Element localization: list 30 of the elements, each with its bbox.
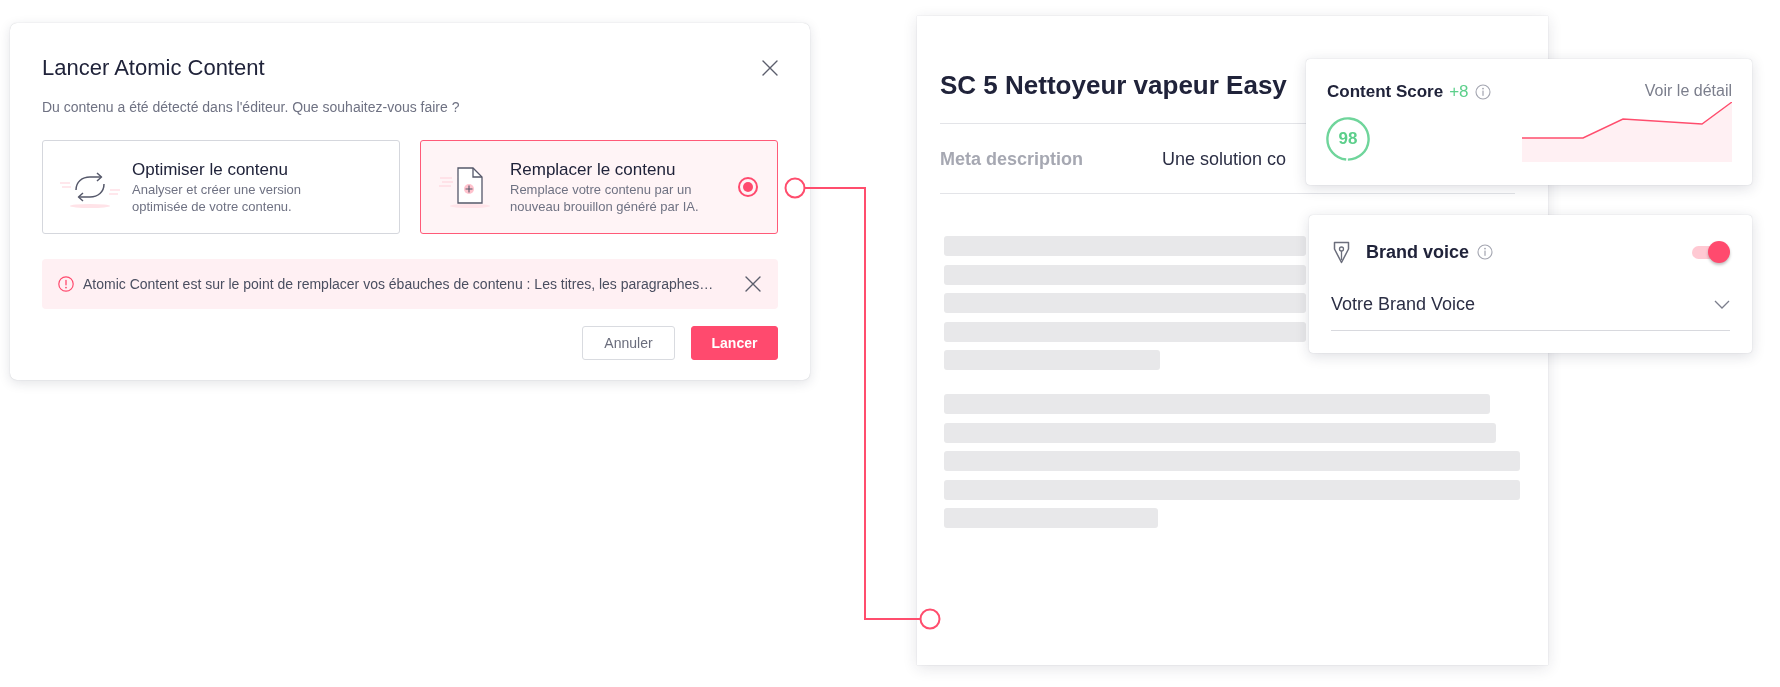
cancel-button[interactable]: Annuler — [582, 326, 675, 360]
toggle-switch[interactable] — [1692, 241, 1730, 263]
info-icon — [1477, 244, 1494, 260]
dialog-subtitle: Du contenu a été détecté dans l'éditeur. Que souhaitez-vous faire ? — [42, 98, 461, 116]
info-icon — [1474, 84, 1491, 100]
score-title: Content Score — [1327, 82, 1444, 102]
brand-voice-title: Brand voice — [1366, 241, 1470, 263]
dismiss-button[interactable] — [745, 276, 761, 292]
radio-button[interactable] — [738, 177, 758, 197]
meta-value: Une solution co — [1162, 148, 1287, 170]
chevron-down-icon — [1714, 299, 1730, 309]
option-card[interactable]: Optimiser le contenu Analyser et créer une version optimisée de votre contenu. — [42, 140, 400, 234]
close-button[interactable] — [762, 60, 778, 76]
document-title: SC 5 Nettoyeur vapeur Easy — [940, 70, 1287, 100]
score-delta: +8 — [1449, 82, 1469, 102]
alert-text: Atomic Content est sur le point de remplacer vos ébauches de contenu : Les titres, les paragraphes… — [83, 275, 715, 293]
detail-link[interactable]: Voir le détail — [1644, 81, 1732, 100]
option-card[interactable]: Remplacer le contenu Remplace votre contenu par un nouveau brouillon généré par IA. — [420, 140, 778, 234]
option-title: Optimiser le contenu — [132, 159, 289, 181]
brand-voice-select[interactable]: Votre Brand Voice — [1331, 293, 1730, 331]
dialog-title: Lancer Atomic Content — [42, 54, 265, 82]
close-icon — [762, 60, 778, 76]
alert-icon — [58, 276, 74, 292]
option-description: Remplace votre contenu par un nouveau brouillon généré par IA. — [510, 181, 700, 215]
option-title: Remplacer le contenu — [510, 159, 677, 181]
close-icon — [745, 276, 761, 292]
score-value: 98 — [1337, 128, 1359, 150]
pen-nib-icon — [1333, 240, 1350, 264]
meta-label: Meta description — [940, 148, 1085, 170]
option-description: Analyser et créer une version optimisée de votre contenu. — [132, 181, 303, 215]
